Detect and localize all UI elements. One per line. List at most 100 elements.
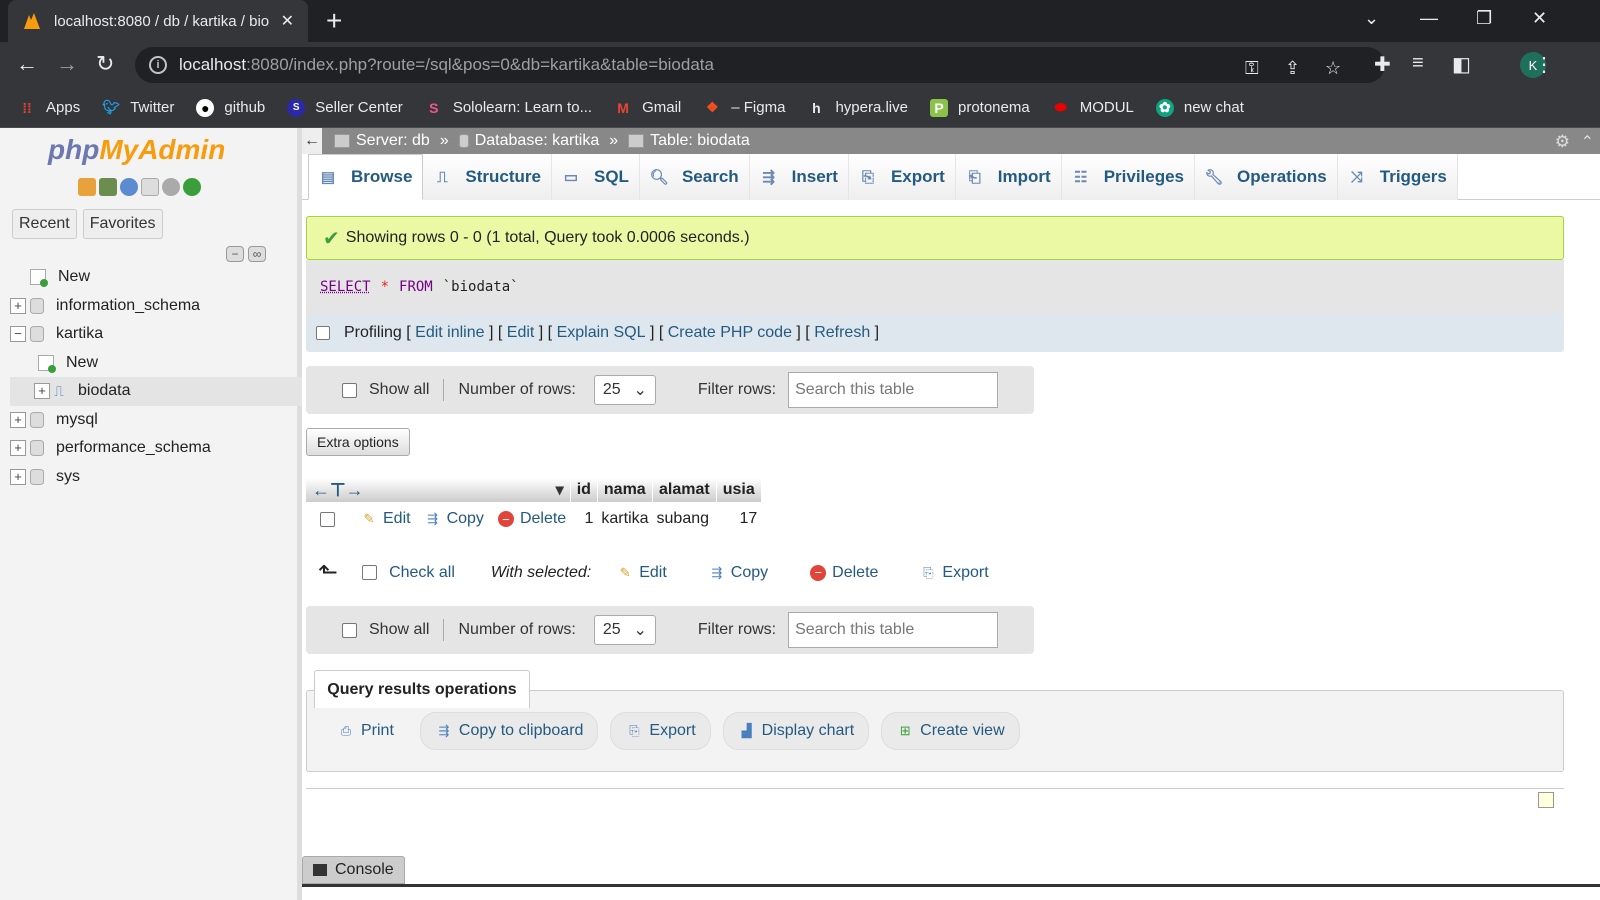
bookmark-sololearn[interactable]: S Sololearn: Learn to... — [425, 99, 592, 117]
tree-item-sys[interactable]: + sys — [10, 463, 302, 492]
home-icon[interactable] — [78, 178, 96, 196]
breadcrumb-database[interactable]: Database: kartika — [475, 132, 600, 150]
cell-usia[interactable]: 17 — [716, 502, 761, 536]
bookmark-seller-center[interactable]: S Seller Center — [287, 98, 403, 117]
phpmyadmin-logo[interactable]: phpMyAdmin — [48, 134, 225, 166]
reload-nav-icon[interactable] — [183, 178, 201, 196]
breadcrumb-server[interactable]: Server: db — [356, 132, 430, 150]
console-button[interactable]: Console — [302, 856, 405, 884]
row-edit-button[interactable]: ✎ Edit — [361, 510, 411, 528]
docs-icon[interactable] — [141, 178, 159, 196]
collapse-icon[interactable]: − — [10, 326, 26, 343]
rows-per-page-select[interactable]: 25 ⌄ — [593, 615, 656, 645]
display-chart-button[interactable]: ▟ Display chart — [722, 712, 870, 750]
copy-to-clipboard-button[interactable]: ⇶ Copy to clipboard — [419, 712, 599, 750]
expand-icon[interactable]: + — [10, 297, 26, 314]
tab-triggers[interactable]: ⤨ Triggers — [1337, 154, 1458, 200]
bulk-delete-button[interactable]: − Delete — [810, 564, 878, 582]
browser-tab[interactable]: localhost:8080 / db / kartika / bio ✕ — [8, 0, 308, 42]
bookmark-apps[interactable]: ⁞⁞ Apps — [18, 99, 80, 117]
sort-dropdown-icon[interactable]: ▾ — [556, 480, 564, 500]
page-notes-icon[interactable] — [1538, 792, 1554, 808]
cell-nama[interactable]: kartika — [597, 502, 652, 536]
bookmark-hypera[interactable]: h hypera.live — [807, 99, 908, 117]
rows-per-page-select[interactable]: 25 ⌄ — [593, 375, 656, 405]
bookmark-new-chat[interactable]: ✿ new chat — [1155, 98, 1244, 117]
close-window-icon[interactable]: ✕ — [1532, 8, 1547, 29]
tree-item-information-schema[interactable]: + information_schema — [10, 292, 302, 321]
print-button[interactable]: ⎙ Print — [323, 712, 408, 750]
tree-item-mysql[interactable]: + mysql — [10, 406, 302, 435]
expand-icon[interactable]: + — [10, 440, 26, 457]
tree-item-kartika-new[interactable]: New — [10, 349, 302, 378]
close-tab-icon[interactable]: ✕ — [281, 11, 294, 31]
bookmark-github[interactable]: ● github — [196, 98, 265, 117]
create-view-button[interactable]: ⊞ Create view — [881, 712, 1020, 750]
media-icon[interactable]: ≡ — [1412, 52, 1424, 75]
restore-icon[interactable]: ❐ — [1476, 8, 1492, 29]
row-delete-button[interactable]: − Delete — [497, 510, 566, 528]
tree-item-biodata[interactable]: + ⎍ biodata — [10, 377, 302, 406]
cell-alamat[interactable]: subang — [653, 502, 717, 536]
settings-gear-icon[interactable]: ⚙ — [1555, 132, 1570, 152]
column-usia[interactable]: usia — [716, 478, 762, 502]
check-all-label[interactable]: Check all — [389, 564, 455, 582]
breadcrumb-table[interactable]: Table: biodata — [650, 132, 750, 150]
recent-tab[interactable]: Recent — [12, 209, 77, 239]
bulk-export-button[interactable]: ⎘ Export — [920, 564, 988, 582]
tab-search[interactable]: 🔍︎ Search — [639, 154, 750, 200]
link-with-main-icon[interactable]: ∞ — [248, 246, 266, 262]
bookmark-protonema[interactable]: Pprotonema — [929, 98, 1030, 117]
create-php-code-link[interactable]: Create PHP code — [668, 324, 792, 342]
toggle-nav-arrow-icon[interactable]: ← — [302, 128, 322, 154]
tab-operations[interactable]: 🔧︎ Operations — [1195, 154, 1338, 200]
tab-insert[interactable]: ⇶ Insert — [749, 154, 849, 200]
filter-rows-input[interactable]: Search this table — [788, 612, 999, 648]
filter-rows-input[interactable]: Search this table — [788, 372, 999, 408]
bookmark-twitter[interactable]: 🐦︎ Twitter — [102, 99, 174, 117]
bookmark-figma[interactable]: ❖ – Figma — [703, 99, 785, 117]
column-id[interactable]: id — [570, 478, 598, 502]
explain-sql-link[interactable]: Explain SQL — [557, 324, 646, 342]
expand-icon[interactable]: + — [34, 383, 50, 400]
column-nama[interactable]: nama — [597, 478, 654, 502]
address-bar[interactable]: i localhost:8080/index.php?route=/sql&po… — [135, 47, 1385, 83]
collapse-all-icon[interactable]: − — [226, 246, 244, 262]
cell-id[interactable]: 1 — [570, 502, 597, 536]
tab-search-icon[interactable]: ⌄ — [1364, 8, 1379, 29]
tree-item-new[interactable]: New — [10, 263, 302, 292]
back-icon[interactable]: ← — [16, 51, 38, 77]
forward-icon[interactable]: → — [56, 51, 78, 77]
tree-item-kartika[interactable]: − kartika — [10, 320, 302, 349]
edit-inline-link[interactable]: Edit inline — [415, 324, 484, 342]
reload-icon[interactable]: ↻ — [96, 51, 114, 77]
edit-link[interactable]: Edit — [507, 324, 535, 342]
key-icon[interactable]: ⚿ — [1245, 58, 1259, 79]
bulk-copy-button[interactable]: ⇶ Copy — [709, 564, 768, 582]
extra-options-button[interactable]: Extra options — [306, 428, 410, 456]
column-resize-arrows-icon[interactable]: ←⊤→ — [312, 480, 364, 500]
tab-import[interactable]: ⎗ Import — [955, 154, 1062, 200]
column-alamat[interactable]: alamat — [652, 478, 717, 502]
tab-structure[interactable]: ⎍ Structure — [423, 154, 552, 200]
minimize-icon[interactable]: — — [1420, 8, 1438, 29]
collapse-top-icon[interactable]: ⌃ — [1581, 132, 1594, 152]
tab-export[interactable]: ⎘ Export — [848, 154, 956, 200]
share-icon[interactable]: ⇪ — [1285, 58, 1300, 79]
check-all-checkbox[interactable] — [362, 565, 378, 580]
tab-privileges[interactable]: ☷ Privileges — [1061, 154, 1196, 200]
show-all-checkbox[interactable] — [342, 382, 357, 398]
expand-icon[interactable]: + — [10, 411, 26, 428]
logout-icon[interactable] — [99, 178, 117, 196]
expand-icon[interactable]: + — [10, 468, 26, 485]
bulk-edit-button[interactable]: ✎ Edit — [617, 564, 667, 582]
profiling-checkbox[interactable] — [316, 326, 330, 340]
bookmark-gmail[interactable]: M Gmail — [614, 99, 681, 117]
export-button[interactable]: ⎘ Export — [610, 712, 711, 750]
bookmark-star-icon[interactable]: ☆ — [1325, 58, 1341, 79]
favorites-tab[interactable]: Favorites — [82, 209, 163, 239]
refresh-link[interactable]: Refresh — [814, 324, 870, 342]
tab-browse[interactable]: ▤ Browse — [308, 154, 424, 200]
tree-item-performance-schema[interactable]: + performance_schema — [10, 434, 302, 463]
menu-icon[interactable]: ⋮ — [1534, 52, 1554, 77]
